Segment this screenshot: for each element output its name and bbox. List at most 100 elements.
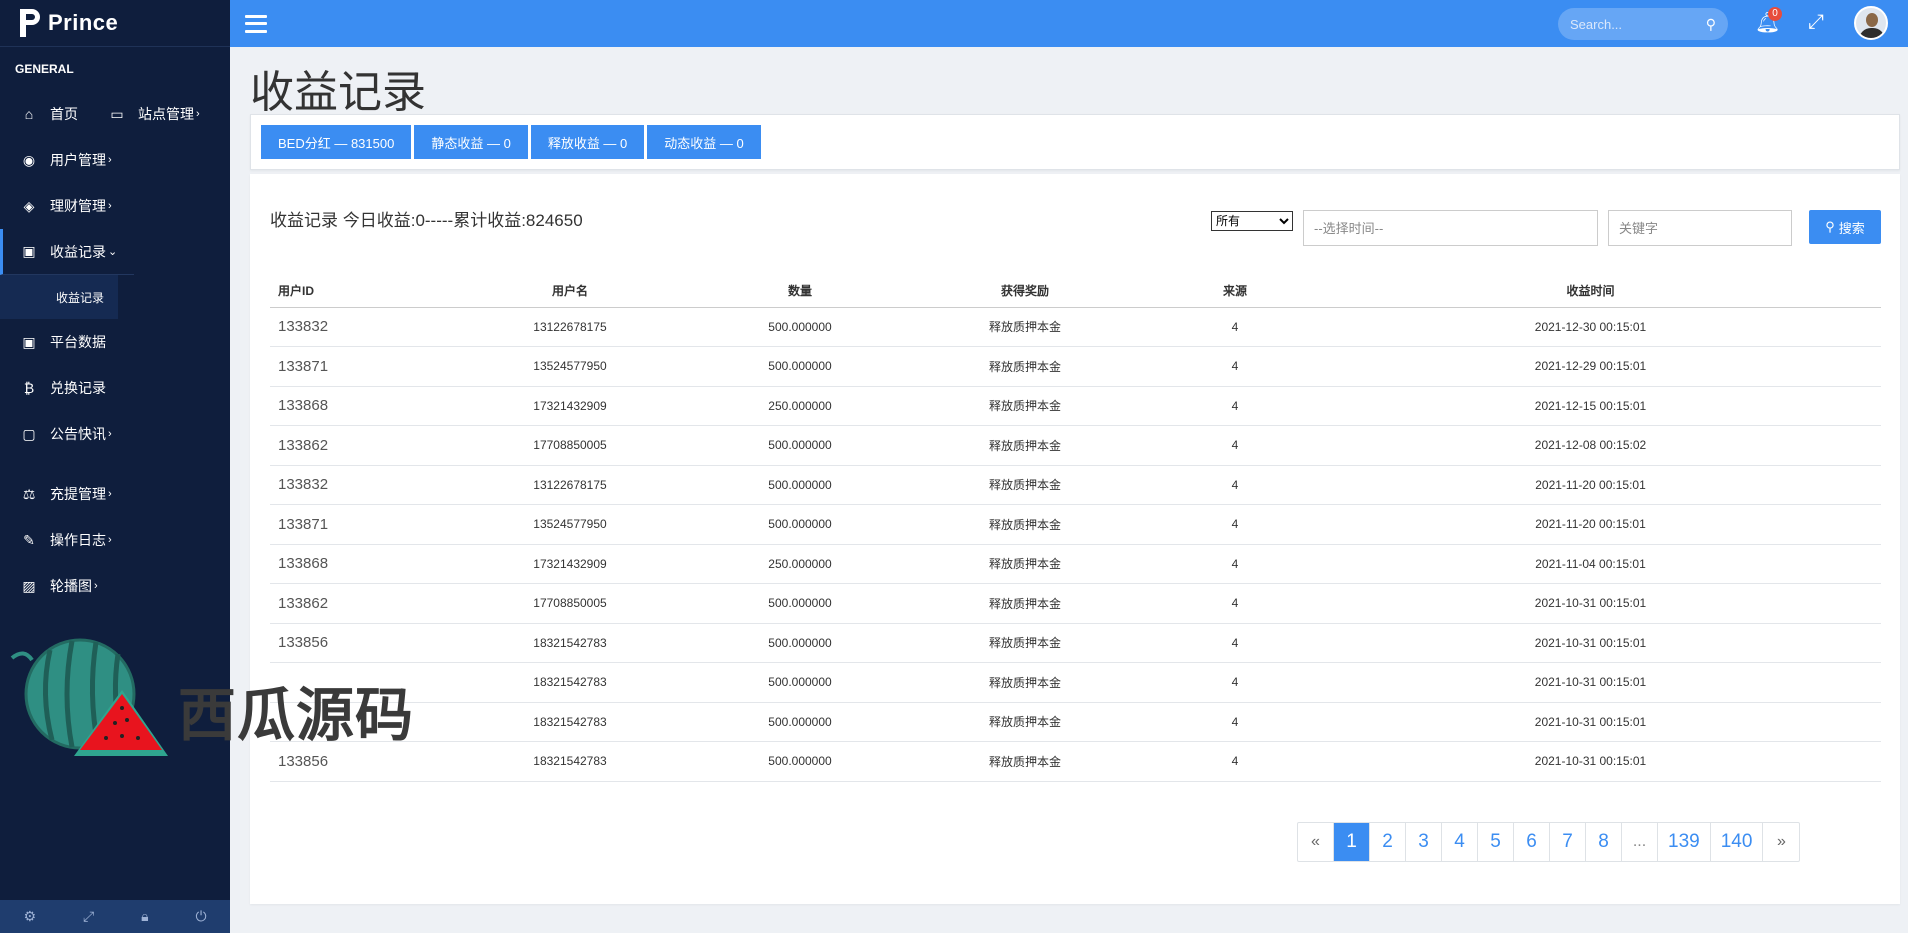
image-icon: ▨ <box>22 577 36 594</box>
sidebar-subrow: 收益记录 <box>0 275 230 319</box>
pagination-page[interactable]: 4 <box>1442 823 1478 861</box>
stat-bed-dividend[interactable]: BED分红 — 831500 <box>261 125 412 159</box>
cell-reward: 释放质押本金 <box>880 623 1170 663</box>
sidebar-subitem-income-records[interactable]: 收益记录 <box>0 275 118 319</box>
sidebar-item-label: 收益记录 <box>50 243 106 260</box>
sidebar-item-label: 公告快讯 <box>50 426 106 442</box>
cell-time: 2021-10-31 00:15:01 <box>1300 583 1881 624</box>
sidebar-item-label: 轮播图 <box>50 578 92 594</box>
cell-user-id <box>270 662 420 703</box>
money-icon: ▣ <box>22 243 36 259</box>
topbar-search: ⚲ <box>1558 8 1728 40</box>
cell-amount: 500.000000 <box>720 741 880 782</box>
pagination-page[interactable]: 1 <box>1334 823 1370 861</box>
notifications-button[interactable]: 🔔︎ 0 <box>1755 7 1782 35</box>
search-icon[interactable]: ⚲ <box>1706 16 1716 33</box>
cell-username: 13122678175 <box>420 465 720 505</box>
edit-icon: ✎ <box>23 531 35 548</box>
table-body: 133832 13122678175 500.000000 释放质押本金 4 2021-1… <box>270 307 1881 782</box>
cell-time: 2021-11-04 00:15:01 <box>1300 544 1881 584</box>
sidebar-item-exchange[interactable]: ₿ 兑换记录 <box>20 378 106 398</box>
cell-username: 18321542783 <box>420 741 720 782</box>
stat-static-income[interactable]: 静态收益 — 0 <box>414 125 528 159</box>
stat-dynamic-income[interactable]: 动态收益 — 0 <box>647 125 761 159</box>
chevron-right-icon: › <box>108 200 112 212</box>
sidebar-item-finance[interactable]: ◈ 理财管理 › <box>20 196 112 216</box>
table-header-row: 用户ID 用户名 数量 获得奖励 来源 收益时间 <box>270 274 1881 308</box>
cell-user-id: 133868 <box>270 544 420 584</box>
sidebar-item-deposit-withdraw[interactable]: ⚖ 充提管理 › <box>20 484 112 504</box>
cell-amount: 250.000000 <box>720 544 880 584</box>
pagination-page[interactable]: 6 <box>1514 823 1550 861</box>
pagination-prev[interactable]: « <box>1298 823 1334 861</box>
chevron-right-icon: › <box>108 488 112 500</box>
sidebar-item-announcements[interactable]: ▢ 公告快讯 › <box>20 424 111 444</box>
records-table: 用户ID 用户名 数量 获得奖励 来源 收益时间 133832 131226781… <box>270 274 1881 782</box>
brand[interactable]: Prince <box>0 0 230 47</box>
cell-source: 4 <box>1170 386 1300 426</box>
power-icon[interactable]: ⏻ <box>195 908 206 925</box>
home-icon: ⌂ <box>24 106 34 122</box>
avatar[interactable] <box>1854 6 1888 40</box>
lock-icon[interactable]: 🔒︎ <box>141 908 148 925</box>
table-row: 133862 17708850005 500.000000 释放质押本金 4 2021-1… <box>270 425 1881 466</box>
time-picker-input[interactable] <box>1303 210 1598 246</box>
pagination-page[interactable]: 7 <box>1550 823 1586 861</box>
cell-amount: 500.000000 <box>720 465 880 505</box>
sidebar-item-label: 兑换记录 <box>50 380 106 396</box>
sidebar-item-label: 充提管理 <box>50 486 106 502</box>
cell-reward: 释放质押本金 <box>880 386 1170 426</box>
expand-icon[interactable]: ⤢ <box>83 908 94 925</box>
cell-reward: 释放质押本金 <box>880 425 1170 466</box>
pagination-next[interactable]: » <box>1763 823 1799 861</box>
col-reward: 获得奖励 <box>880 274 1170 308</box>
pagination-ellipsis[interactable]: ... <box>1622 823 1658 861</box>
topbar-search-input[interactable] <box>1570 16 1690 32</box>
type-filter-select[interactable]: 所有 <box>1211 211 1293 231</box>
fullscreen-icon[interactable]: ⤢ <box>1808 11 1824 34</box>
search-button[interactable]: ⚲ 搜索 <box>1809 210 1881 244</box>
cell-amount: 500.000000 <box>720 702 880 742</box>
chevron-right-icon: › <box>196 108 200 120</box>
sidebar-item-logs[interactable]: ✎ 操作日志 › <box>20 530 112 550</box>
sidebar-footer: ⚙ ⤢ 🔒︎ ⏻ <box>0 900 230 933</box>
gear-icon[interactable]: ⚙ <box>23 908 36 925</box>
pagination-page[interactable]: 140 <box>1711 823 1764 861</box>
pagination-page[interactable]: 2 <box>1370 823 1406 861</box>
cell-amount: 500.000000 <box>720 346 880 387</box>
sidebar-item-platform-data[interactable]: ▣ 平台数据 <box>20 332 106 352</box>
sidebar-item-users[interactable]: ◉ 用户管理 › <box>20 150 112 170</box>
sidebar-row-9: ⚖ 充提管理 › <box>0 471 230 517</box>
cell-user-id: 133832 <box>270 465 420 505</box>
sidebar-item-carousel[interactable]: ▨ 轮播图 › <box>20 576 97 596</box>
cell-user-id: 133871 <box>270 346 420 387</box>
sidebar-row-1: ⌂ 首页 ▭ 站点管理 › <box>0 91 230 137</box>
pagination-page[interactable]: 139 <box>1658 823 1711 861</box>
pagination-page[interactable]: 3 <box>1406 823 1442 861</box>
menu-toggle-icon[interactable] <box>245 14 267 33</box>
sidebar-item-home[interactable]: ⌂ 首页 <box>20 104 78 124</box>
cell-time: 2021-12-08 00:15:02 <box>1300 425 1881 466</box>
cell-reward: 释放质押本金 <box>880 504 1170 545</box>
cell-amount: 500.000000 <box>720 662 880 703</box>
pagination-page[interactable]: 8 <box>1586 823 1622 861</box>
records-card: 收益记录 今日收益:0-----累计收益:824650 所有 ⚲ 搜索 用户ID… <box>250 174 1900 904</box>
brand-name: Prince <box>48 10 119 35</box>
cell-username: 18321542783 <box>420 662 720 703</box>
sidebar-item-label: 平台数据 <box>50 334 106 350</box>
cell-source: 4 <box>1170 662 1300 703</box>
cell-source: 4 <box>1170 583 1300 624</box>
cell-username: 17321432909 <box>420 544 720 584</box>
sidebar-section-title: GENERAL <box>15 62 74 76</box>
table-row: 133856 18321542783 500.000000 释放质押本金 4 2021-1… <box>270 623 1881 663</box>
stat-release-income[interactable]: 释放收益 — 0 <box>530 125 645 159</box>
sidebar-row-7: ₿ 兑换记录 <box>0 365 230 411</box>
sidebar-item-income[interactable]: ▣ 收益记录 ⌄ <box>20 242 117 262</box>
keyword-input[interactable] <box>1608 210 1792 246</box>
pagination-page[interactable]: 5 <box>1478 823 1514 861</box>
cell-time: 2021-12-30 00:15:01 <box>1300 307 1881 347</box>
bitcoin-icon: ₿ <box>23 380 35 396</box>
prince-logo-icon <box>18 7 42 39</box>
sidebar-item-site[interactable]: ▭ 站点管理 › <box>108 104 200 124</box>
search-button-label: 搜索 <box>1838 220 1865 236</box>
